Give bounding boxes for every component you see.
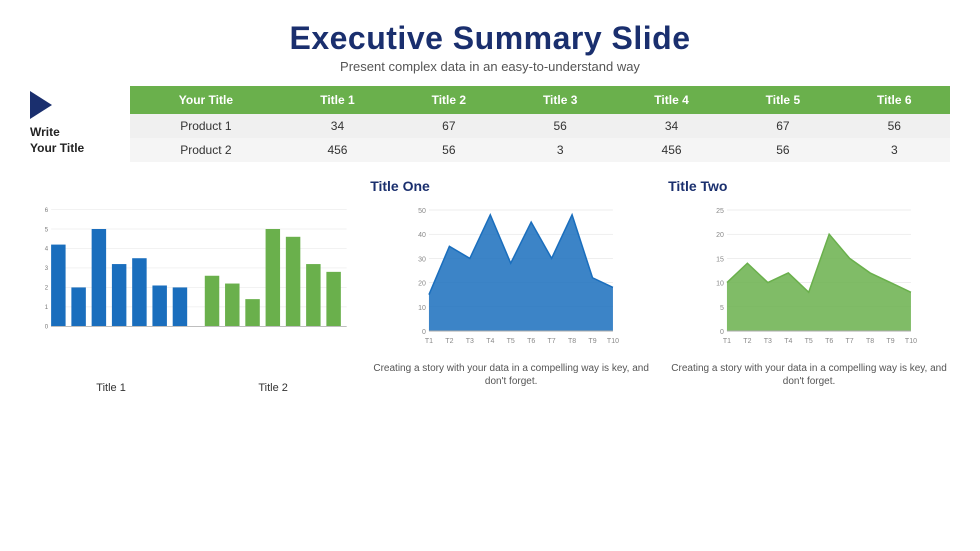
arrow-label: Write Your Title (30, 91, 120, 156)
svg-text:T5: T5 (805, 338, 813, 345)
svg-text:25: 25 (716, 208, 724, 215)
slide: Executive Summary Slide Present complex … (0, 0, 980, 551)
svg-text:15: 15 (716, 256, 724, 263)
bar-group2-label: Title 2 (258, 382, 288, 394)
svg-text:5: 5 (45, 227, 49, 233)
line-chart-2: Title Two 0 5 10 15 20 25 T1 T2 T3 T4 T5 T6 T7 T8 T9 T1… (668, 178, 950, 388)
line-chart-1-title: Title One (370, 178, 652, 194)
svg-text:T10: T10 (607, 338, 619, 345)
col-header-6: Title 6 (839, 86, 950, 114)
table-cell-0-1: 34 (282, 114, 393, 138)
svg-text:20: 20 (716, 232, 724, 239)
table-cell-0-4: 34 (616, 114, 727, 138)
table-cell-1-1: 456 (282, 138, 393, 162)
arrow-icon (30, 91, 52, 119)
slide-subtitle: Present complex data in an easy-to-under… (30, 59, 950, 74)
svg-text:T5: T5 (507, 338, 515, 345)
slide-title: Executive Summary Slide (30, 20, 950, 57)
line-chart-2-svg: 0 5 10 15 20 25 T1 T2 T3 T4 T5 T6 T7 T8 T9 T10 (668, 198, 950, 358)
svg-text:T4: T4 (784, 338, 792, 345)
table-row: Product 2456563456563 (130, 138, 950, 162)
data-table: Your Title Title 1 Title 2 Title 3 Title… (130, 86, 950, 162)
svg-text:2: 2 (45, 286, 49, 292)
bar-group1-label: Title 1 (96, 382, 126, 394)
table-cell-0-5: 67 (727, 114, 838, 138)
row-label: Write Your Title (30, 125, 84, 156)
svg-text:T1: T1 (723, 338, 731, 345)
svg-text:T8: T8 (866, 338, 874, 345)
table-row: Product 1346756346756 (130, 114, 950, 138)
svg-text:T10: T10 (905, 338, 917, 345)
svg-text:0: 0 (45, 325, 49, 331)
col-header-2: Title 2 (393, 86, 504, 114)
table-section: Write Your Title Your Title Title 1 Titl… (30, 86, 950, 162)
svg-text:T6: T6 (825, 338, 833, 345)
col-header-0: Your Title (130, 86, 282, 114)
svg-text:0: 0 (720, 329, 724, 336)
svg-text:T9: T9 (887, 338, 895, 345)
svg-text:T7: T7 (548, 338, 556, 345)
col-header-4: Title 4 (616, 86, 727, 114)
svg-text:1: 1 (45, 305, 49, 311)
table-header-row: Your Title Title 1 Title 2 Title 3 Title… (130, 86, 950, 114)
svg-text:10: 10 (716, 281, 724, 288)
bar-chart-container: 0 1 2 3 4 5 6 Title 1 Title 2 (30, 178, 354, 394)
svg-text:50: 50 (418, 208, 426, 215)
line-chart-1-svg: 0 10 20 30 40 50 T1 T2 T3 T4 T5 T6 T7 T8 T9 T10 (370, 198, 652, 358)
line-chart-1: Title One 0 10 20 30 40 50 T1 T2 T3 T4 T5 T6 T7 T8 T9 T… (370, 178, 652, 388)
svg-text:T2: T2 (445, 338, 453, 345)
table-cell-0-6: 56 (839, 114, 950, 138)
table-cell-1-0: Product 2 (130, 138, 282, 162)
table-cell-0-0: Product 1 (130, 114, 282, 138)
svg-text:4: 4 (45, 247, 49, 253)
svg-text:40: 40 (418, 232, 426, 239)
col-header-1: Title 1 (282, 86, 393, 114)
svg-text:20: 20 (418, 281, 426, 288)
col-header-3: Title 3 (505, 86, 616, 114)
table-cell-0-3: 56 (505, 114, 616, 138)
svg-text:T3: T3 (466, 338, 474, 345)
line-chart-1-caption: Creating a story with your data in a com… (370, 362, 652, 388)
svg-text:5: 5 (720, 305, 724, 312)
col-header-5: Title 5 (727, 86, 838, 114)
table-cell-0-2: 67 (393, 114, 504, 138)
table-cell-1-3: 3 (505, 138, 616, 162)
table-cell-1-6: 3 (839, 138, 950, 162)
svg-text:T2: T2 (743, 338, 751, 345)
svg-text:10: 10 (418, 305, 426, 312)
svg-text:T1: T1 (425, 338, 433, 345)
svg-text:0: 0 (422, 329, 426, 336)
svg-text:T9: T9 (589, 338, 597, 345)
line-chart-2-title: Title Two (668, 178, 950, 194)
bar-chart-labels: Title 1 Title 2 (30, 382, 354, 394)
svg-text:T3: T3 (764, 338, 772, 345)
table-cell-1-2: 56 (393, 138, 504, 162)
svg-text:T4: T4 (486, 338, 494, 345)
table-cell-1-4: 456 (616, 138, 727, 162)
svg-text:T7: T7 (846, 338, 854, 345)
svg-text:6: 6 (45, 208, 49, 214)
charts-section: 0 1 2 3 4 5 6 Title 1 Title 2 Title One 0 10 20 3… (30, 178, 950, 394)
line-chart-2-caption: Creating a story with your data in a com… (668, 362, 950, 388)
svg-text:T6: T6 (527, 338, 535, 345)
svg-text:T8: T8 (568, 338, 576, 345)
bar-chart-svg: 0 1 2 3 4 5 6 (30, 178, 354, 373)
slide-header: Executive Summary Slide Present complex … (30, 20, 950, 74)
svg-text:30: 30 (418, 256, 426, 263)
svg-text:3: 3 (45, 266, 49, 272)
table-cell-1-5: 56 (727, 138, 838, 162)
